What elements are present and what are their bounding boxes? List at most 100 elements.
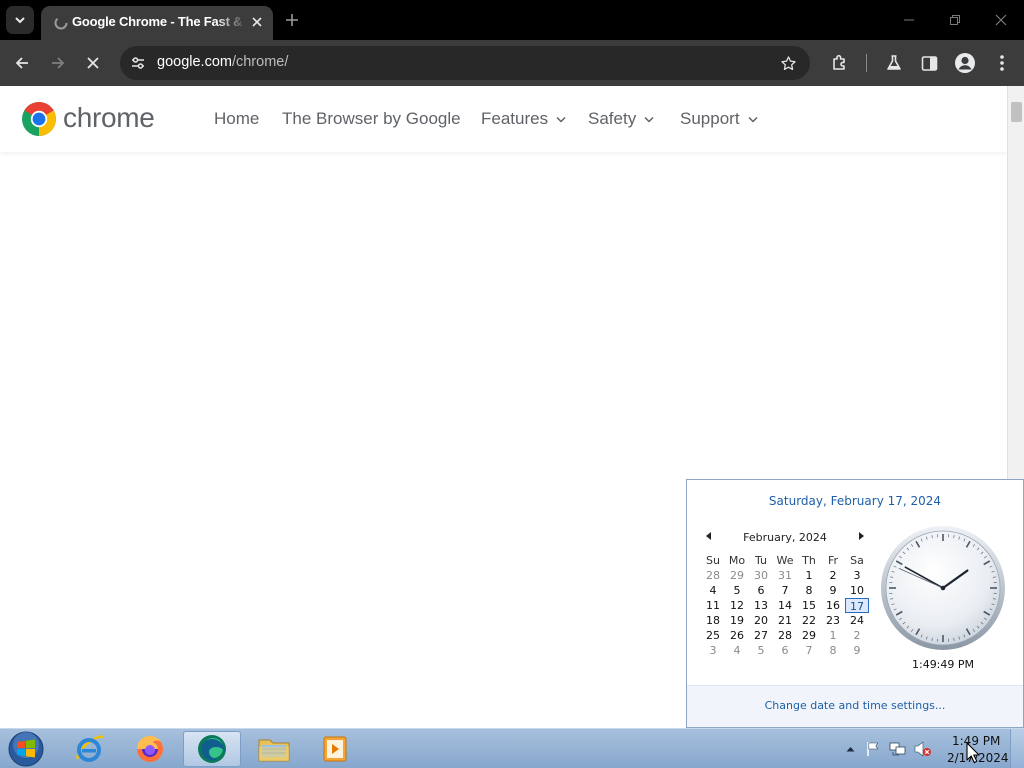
- site-brand[interactable]: chrome: [63, 102, 155, 134]
- taskbar-media-player[interactable]: [306, 731, 364, 767]
- nav-support[interactable]: Support: [680, 109, 758, 129]
- calendar-day[interactable]: 13: [749, 598, 773, 613]
- calendar-day[interactable]: 16: [821, 598, 845, 613]
- browser-toolbar: google.com/chrome/: [0, 40, 1024, 86]
- calendar-day[interactable]: 9: [821, 583, 845, 598]
- change-date-time-settings-link[interactable]: Change date and time settings...: [687, 699, 1023, 712]
- forward-button[interactable]: [44, 49, 72, 77]
- calendar-day-today[interactable]: 17: [845, 598, 869, 613]
- calendar-day[interactable]: 24: [845, 613, 869, 628]
- calendar-day[interactable]: 8: [821, 643, 845, 658]
- calendar-day[interactable]: 2: [821, 568, 845, 583]
- stop-loading-button[interactable]: [79, 49, 107, 77]
- tab-search-button[interactable]: [6, 6, 34, 34]
- nav-features[interactable]: Features: [481, 109, 566, 129]
- nav-label: Safety: [588, 109, 637, 128]
- calendar-day[interactable]: 4: [701, 583, 725, 598]
- calendar-day[interactable]: 14: [773, 598, 797, 613]
- calendar-day[interactable]: 5: [725, 583, 749, 598]
- weekday-header: Su: [706, 554, 720, 567]
- network-button[interactable]: [889, 740, 907, 758]
- calendar-day[interactable]: 2: [845, 628, 869, 643]
- calendar-day[interactable]: 19: [725, 613, 749, 628]
- calendar-day[interactable]: 7: [773, 583, 797, 598]
- calendar-day[interactable]: 11: [701, 598, 725, 613]
- calendar-day[interactable]: 3: [701, 643, 725, 658]
- calendar-day[interactable]: 28: [773, 628, 797, 643]
- mouse-cursor-icon: [966, 742, 980, 764]
- calendar-day[interactable]: 25: [701, 628, 725, 643]
- nav-home[interactable]: Home: [214, 109, 259, 129]
- calendar-day[interactable]: 18: [701, 613, 725, 628]
- calendar-day[interactable]: 1: [821, 628, 845, 643]
- previous-month-button[interactable]: [703, 530, 713, 542]
- calendar-day[interactable]: 8: [797, 583, 821, 598]
- more-vert-icon: [1000, 55, 1004, 71]
- calendar-day[interactable]: 21: [773, 613, 797, 628]
- calendar-day[interactable]: 9: [845, 643, 869, 658]
- calendar-day[interactable]: 31: [773, 568, 797, 583]
- nav-safety[interactable]: Safety: [588, 109, 654, 129]
- browser-menu-button[interactable]: [988, 49, 1016, 77]
- scrollbar-thumb[interactable]: [1011, 102, 1022, 122]
- bookmark-button[interactable]: [776, 51, 800, 75]
- calendar-day[interactable]: 29: [797, 628, 821, 643]
- action-center-button[interactable]: [864, 740, 882, 758]
- calendar-day[interactable]: 20: [749, 613, 773, 628]
- taskbar-edge-active[interactable]: [183, 731, 241, 767]
- chevron-up-icon: [846, 747, 854, 752]
- extensions-button[interactable]: [826, 49, 854, 77]
- show-hidden-icons-button[interactable]: [841, 740, 859, 758]
- restore-button[interactable]: [942, 8, 968, 32]
- calendar-day[interactable]: 1: [797, 568, 821, 583]
- calendar-day[interactable]: 7: [797, 643, 821, 658]
- tune-icon: [132, 57, 144, 69]
- tab-close-button[interactable]: [247, 12, 267, 32]
- date-heading-link[interactable]: Saturday, February 17, 2024: [687, 494, 1023, 508]
- calendar-day[interactable]: 6: [773, 643, 797, 658]
- site-info-button[interactable]: [126, 51, 150, 75]
- calendar-day[interactable]: 10: [845, 583, 869, 598]
- url-text[interactable]: google.com/chrome/: [157, 54, 288, 70]
- calendar-day[interactable]: 29: [725, 568, 749, 583]
- chrome-logo-icon[interactable]: [21, 101, 57, 137]
- window-close-button[interactable]: [988, 8, 1014, 32]
- tab-active[interactable]: Google Chrome - The Fast & Secure Web Br…: [41, 6, 273, 40]
- taskbar-file-explorer[interactable]: [245, 731, 303, 767]
- nav-label: Support: [680, 109, 740, 128]
- calendar-day[interactable]: 27: [749, 628, 773, 643]
- chevron-down-icon: [15, 17, 25, 24]
- calendar-day[interactable]: 26: [725, 628, 749, 643]
- show-desktop-button[interactable]: [1010, 729, 1024, 768]
- calendar-day[interactable]: 15: [797, 598, 821, 613]
- close-icon: [87, 57, 99, 69]
- new-tab-button[interactable]: [281, 9, 303, 31]
- calendar-day[interactable]: 30: [749, 568, 773, 583]
- calendar-day[interactable]: 4: [725, 643, 749, 658]
- tab-strip: Google Chrome - The Fast & Secure Web Br…: [0, 0, 1024, 40]
- volume-button[interactable]: [914, 740, 932, 758]
- restore-icon: [950, 15, 960, 25]
- calendar-day[interactable]: 12: [725, 598, 749, 613]
- minimize-button[interactable]: [896, 8, 922, 32]
- taskbar-firefox[interactable]: [121, 731, 179, 767]
- calendar-day[interactable]: 5: [749, 643, 773, 658]
- calendar-month-label[interactable]: February, 2024: [725, 531, 845, 544]
- calendar-day[interactable]: 23: [821, 613, 845, 628]
- address-bar[interactable]: google.com/chrome/: [120, 46, 810, 80]
- calendar-day[interactable]: 3: [845, 568, 869, 583]
- side-panel-button[interactable]: [915, 49, 943, 77]
- arrow-right-icon: [52, 57, 65, 69]
- start-button[interactable]: [6, 731, 46, 767]
- calendar-day[interactable]: 22: [797, 613, 821, 628]
- next-month-button[interactable]: [856, 530, 866, 542]
- calendar-day[interactable]: 6: [749, 583, 773, 598]
- nav-browser-by-google[interactable]: The Browser by Google: [282, 109, 461, 129]
- weekday-header: We: [776, 554, 794, 567]
- chrome-labs-button[interactable]: [880, 49, 908, 77]
- taskbar-internet-explorer[interactable]: [60, 731, 118, 767]
- profile-button[interactable]: [951, 49, 979, 77]
- calendar-day[interactable]: 28: [701, 568, 725, 583]
- avatar-icon: [955, 53, 975, 73]
- back-button[interactable]: [8, 49, 36, 77]
